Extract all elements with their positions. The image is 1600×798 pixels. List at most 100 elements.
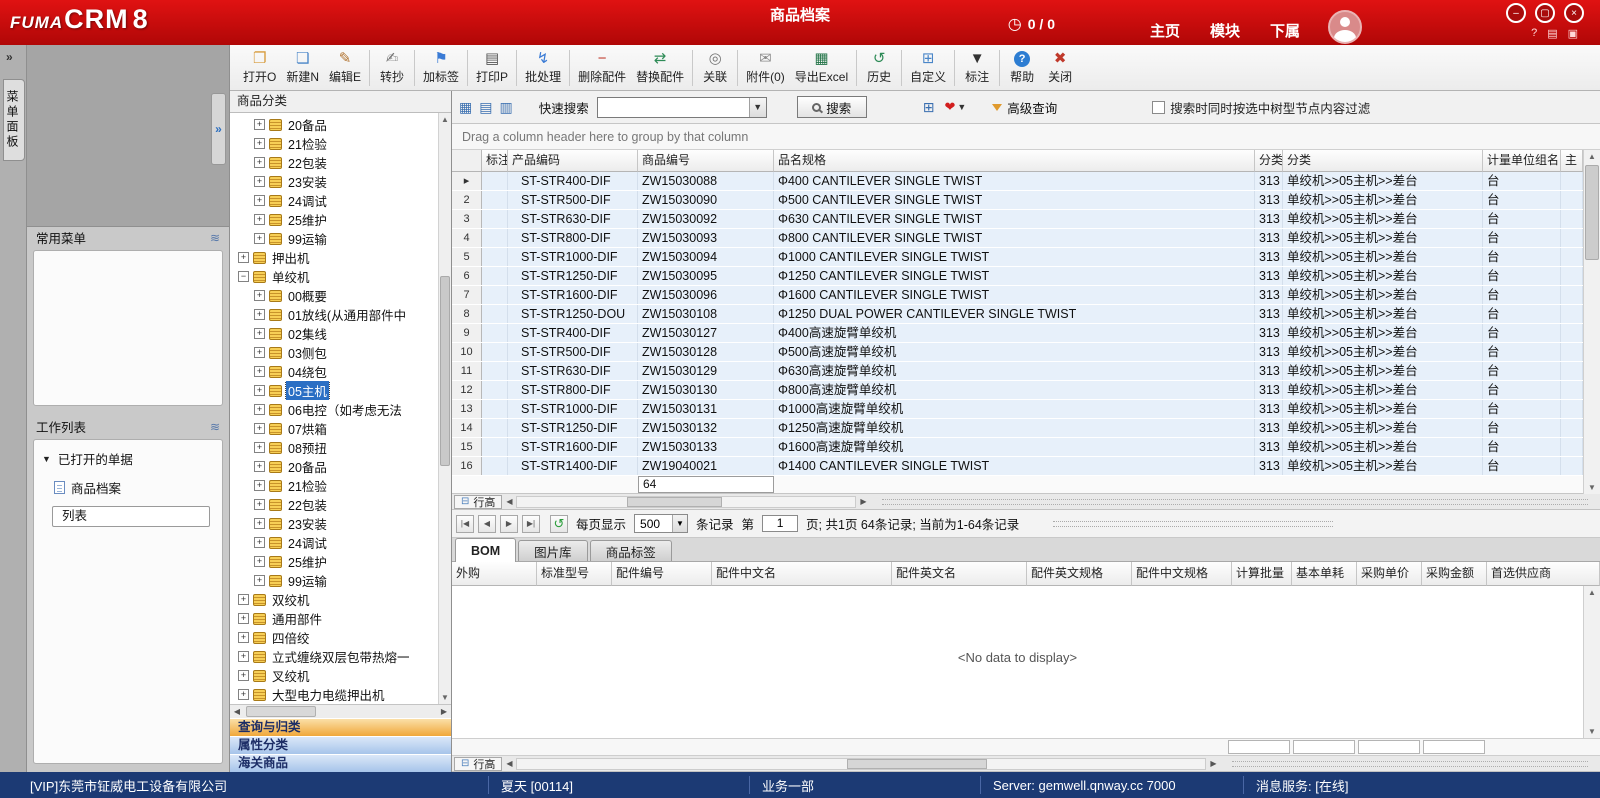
tree-item[interactable]: +25维护 xyxy=(230,210,437,229)
chevron-down-icon[interactable]: ▼ xyxy=(749,98,766,117)
table-row[interactable]: 14ST-STR1250-DIFZW15030132Φ1250高速旋臂单绞机31… xyxy=(452,419,1583,438)
column-header-0[interactable] xyxy=(452,150,482,172)
scrollbar-thumb[interactable] xyxy=(1585,165,1599,260)
per-page-select[interactable]: 500 ▼ xyxy=(634,514,688,533)
table-row[interactable]: 3ST-STR630-DIFZW15030092Φ630 CANTILEVER … xyxy=(452,210,1583,229)
help-button[interactable]: ?帮助 xyxy=(1003,47,1041,89)
column-header-4[interactable]: 品名规格 xyxy=(774,150,1255,172)
row-height-button[interactable]: ⊟ 行高 xyxy=(454,495,502,509)
link-button[interactable]: ◎关联 xyxy=(696,47,734,89)
advanced-query-link[interactable]: 高级查询 xyxy=(1007,98,1057,117)
table-row[interactable]: 11ST-STR630-DIFZW15030129Φ630高速旋臂单绞机313单… xyxy=(452,362,1583,381)
history-button[interactable]: ↺历史 xyxy=(860,47,898,89)
favorites-dropdown-icon[interactable]: ▼ xyxy=(957,102,966,112)
tree-item[interactable]: −单绞机 xyxy=(230,267,437,286)
scroll-left-icon[interactable]: ◀ xyxy=(502,497,516,506)
tree-item[interactable]: +双绞机 xyxy=(230,590,437,609)
group-by-bar[interactable]: Drag a column header here to group by th… xyxy=(452,124,1600,150)
tree-item[interactable]: +21检验 xyxy=(230,134,437,153)
scrollbar-thumb[interactable] xyxy=(847,759,987,769)
work-list-item[interactable]: 商品档案 xyxy=(34,473,222,501)
close-button[interactable]: ✖关闭 xyxy=(1041,47,1079,89)
grid-vertical-scrollbar[interactable]: ▲ ▼ xyxy=(1583,150,1600,494)
attachment-button[interactable]: ✉附件(0) xyxy=(741,47,790,89)
table-row[interactable]: 16ST-STR1400-DIFZW19040021Φ1400 CANTILEV… xyxy=(452,457,1583,476)
corner-icon-2[interactable]: ▣ xyxy=(1568,27,1578,40)
tree-item[interactable]: +21检验 xyxy=(230,476,437,495)
column-header-8[interactable]: 主 xyxy=(1561,150,1583,172)
menu-item-0[interactable]: 主页 xyxy=(1150,20,1180,41)
expander-icon[interactable]: + xyxy=(254,537,265,548)
prev-page-button[interactable]: ◀ xyxy=(478,515,496,533)
tab-picture-library[interactable]: 图片库 xyxy=(518,540,588,561)
table-row[interactable]: 9ST-STR400-DIFZW15030127Φ400高速旋臂单绞机313单绞… xyxy=(452,324,1583,343)
tree-item[interactable]: +23安装 xyxy=(230,172,437,191)
minimize-button[interactable]: – xyxy=(1506,3,1526,23)
scroll-left-icon[interactable]: ◀ xyxy=(502,759,516,768)
bom-column-header-8[interactable]: 基本单耗 xyxy=(1292,562,1357,586)
scrollbar-track[interactable] xyxy=(439,126,451,691)
table-row[interactable]: 12ST-STR800-DIFZW15030130Φ800高速旋臂单绞机313单… xyxy=(452,381,1583,400)
tree-item[interactable]: +20备品 xyxy=(230,457,437,476)
expander-icon[interactable]: + xyxy=(254,214,265,225)
expander-icon[interactable]: + xyxy=(254,138,265,149)
tree-item[interactable]: +25维护 xyxy=(230,552,437,571)
table-row[interactable]: 7ST-STR1600-DIFZW15030096Φ1600 CANTILEVE… xyxy=(452,286,1583,305)
expander-icon[interactable]: + xyxy=(254,556,265,567)
expander-icon[interactable]: + xyxy=(238,632,249,643)
expander-icon[interactable]: + xyxy=(254,195,265,206)
tree-item[interactable]: +20备品 xyxy=(230,115,437,134)
tree-item[interactable]: +04绕包 xyxy=(230,362,437,381)
column-header-5[interactable]: 分类 xyxy=(1255,150,1283,172)
tree-item[interactable]: +24调试 xyxy=(230,191,437,210)
expander-icon[interactable]: + xyxy=(254,119,265,130)
tree-item[interactable]: +00概要 xyxy=(230,286,437,305)
tree-item[interactable]: +03侧包 xyxy=(230,343,437,362)
expander-icon[interactable]: + xyxy=(238,670,249,681)
scrollbar-thumb[interactable] xyxy=(440,276,450,466)
expander-icon[interactable]: + xyxy=(238,651,249,662)
filter-checkbox[interactable] xyxy=(1152,101,1165,114)
edit-button[interactable]: ✎编辑E xyxy=(324,47,366,89)
table-row[interactable]: 8ST-STR1250-DOUZW15030108Φ1250 DUAL POWE… xyxy=(452,305,1583,324)
tree-item[interactable]: +02集线 xyxy=(230,324,437,343)
first-page-button[interactable]: |◀ xyxy=(456,515,474,533)
last-page-button[interactable]: ▶| xyxy=(522,515,540,533)
expander-icon[interactable]: + xyxy=(254,461,265,472)
print-button[interactable]: ▤打印P xyxy=(471,47,513,89)
table-row[interactable]: 10ST-STR500-DIFZW15030128Φ500高速旋臂单绞机313单… xyxy=(452,343,1583,362)
row-height-button[interactable]: ⊟ 行高 xyxy=(454,757,502,771)
close-button[interactable]: × xyxy=(1564,3,1584,23)
table-row[interactable]: 5ST-STR1000-DIFZW15030094Φ1000 CANTILEVE… xyxy=(452,248,1583,267)
expander-icon[interactable]: + xyxy=(254,290,265,301)
tree-item[interactable]: +99运输 xyxy=(230,229,437,248)
work-list-group[interactable]: ▼ 已打开的单据 xyxy=(34,440,222,473)
expander-icon[interactable]: + xyxy=(254,157,265,168)
tree-horizontal-scrollbar[interactable]: ◀ ▶ xyxy=(230,704,451,718)
scrollbar-thumb[interactable] xyxy=(246,706,316,717)
bom-column-header-5[interactable]: 配件英文规格 xyxy=(1027,562,1132,586)
tree-item[interactable]: +立式缠绕双层包带热熔一 xyxy=(230,647,437,666)
bom-column-header-0[interactable]: 外购 xyxy=(452,562,537,586)
bom-column-header-1[interactable]: 标准型号 xyxy=(537,562,612,586)
tree-item[interactable]: +08预扭 xyxy=(230,438,437,457)
column-header-2[interactable]: 产品编码 xyxy=(508,150,638,172)
scrollbar-track[interactable] xyxy=(1584,163,1600,481)
expander-icon[interactable]: + xyxy=(238,689,249,700)
collapse-waves-icon[interactable]: ≋ xyxy=(210,231,220,245)
table-row[interactable]: 13ST-STR1000-DIFZW15030131Φ1000高速旋臂单绞机31… xyxy=(452,400,1583,419)
table-add-icon[interactable]: ⊞ xyxy=(923,99,935,116)
tree-item[interactable]: +23安装 xyxy=(230,514,437,533)
expander-icon[interactable]: + xyxy=(254,233,265,244)
expander-icon[interactable]: + xyxy=(254,499,265,510)
replace-part-button[interactable]: ⇄替换配件 xyxy=(631,47,689,89)
customize-button[interactable]: ⊞自定义 xyxy=(905,47,951,89)
bom-vertical-scrollbar[interactable]: ▲ ▼ xyxy=(1583,586,1600,738)
expander-icon[interactable]: + xyxy=(254,423,265,434)
tree-item[interactable]: +四倍绞 xyxy=(230,628,437,647)
tree-item[interactable]: +通用部件 xyxy=(230,609,437,628)
horizontal-scrollbar[interactable] xyxy=(516,496,856,508)
collapse-chevron-icon[interactable]: » xyxy=(6,50,13,64)
corner-icon-0[interactable]: ? xyxy=(1531,27,1537,40)
bom-column-header-6[interactable]: 配件中文规格 xyxy=(1132,562,1232,586)
